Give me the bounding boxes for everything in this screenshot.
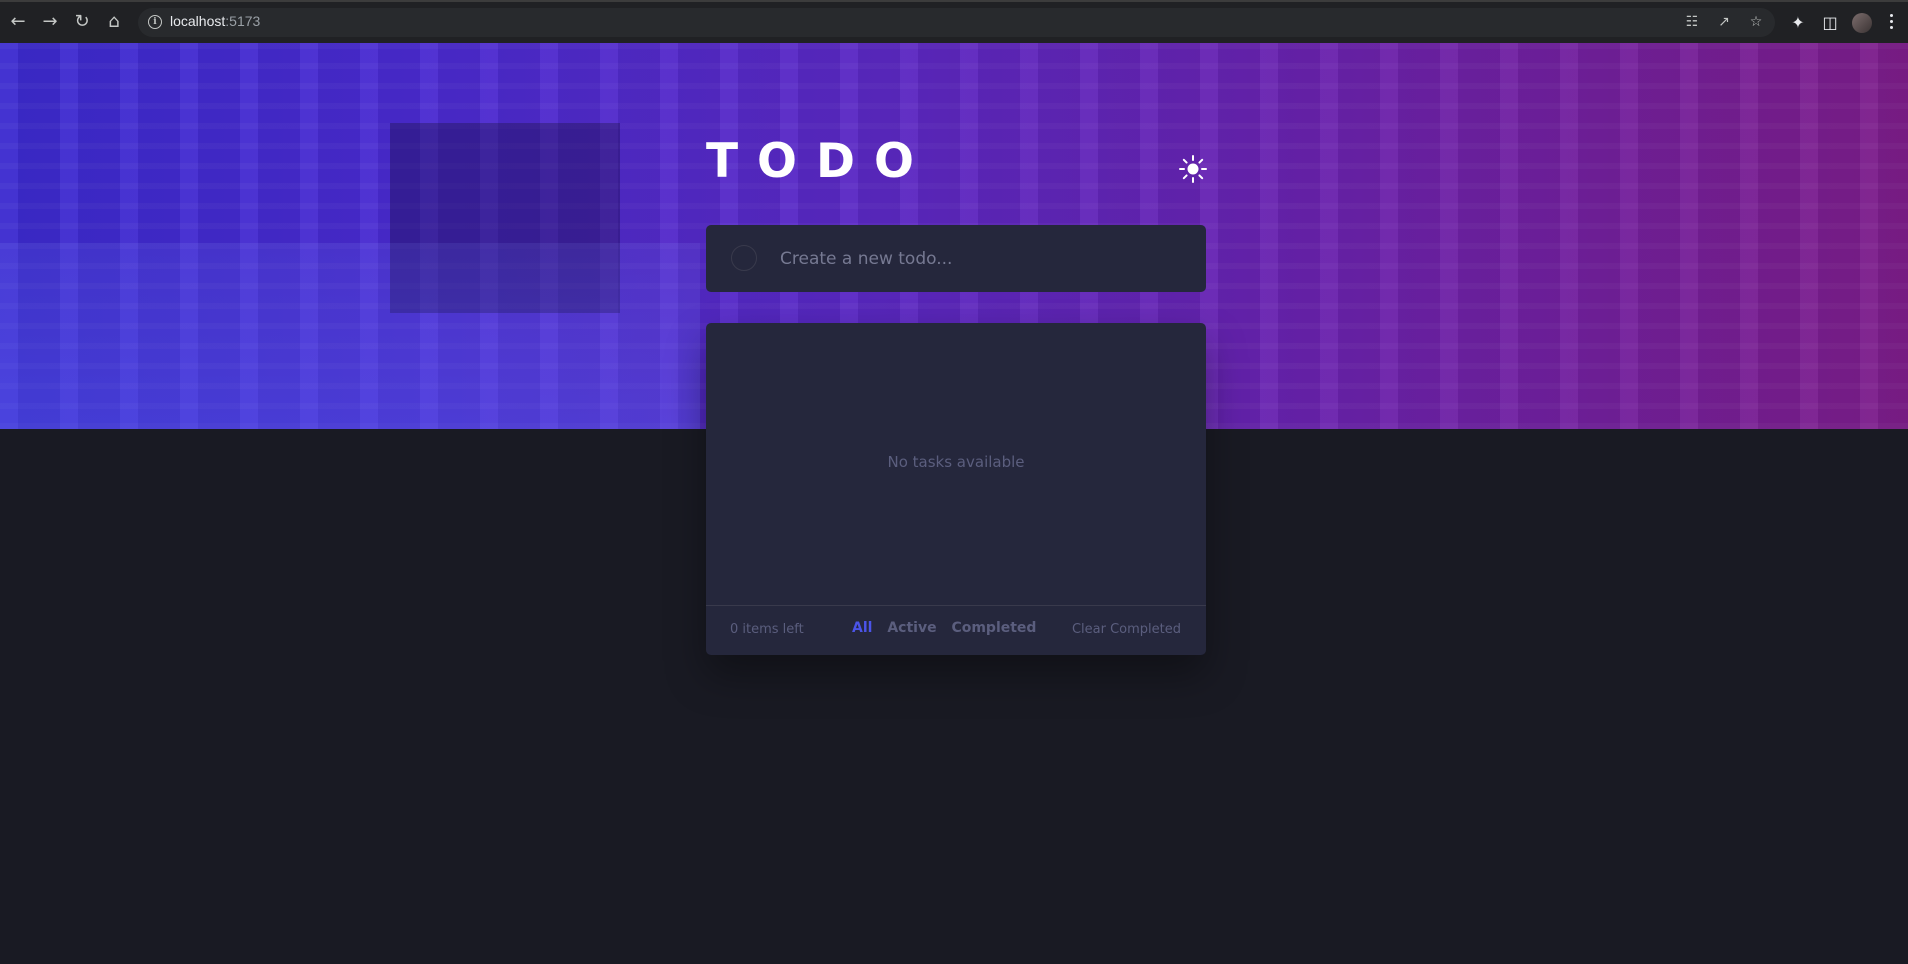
sun-icon[interactable] [1178,154,1208,184]
new-todo-input[interactable] [778,243,1182,275]
new-todo-card [706,225,1206,292]
filter-active[interactable]: Active [887,620,936,636]
menu-icon[interactable] [1890,14,1894,32]
share-icon[interactable]: ↗ [1715,13,1733,31]
todo-list-card: No tasks available 0 items left All Acti… [706,323,1206,655]
filter-completed[interactable]: Completed [951,620,1036,636]
new-todo-check-circle[interactable] [731,245,757,271]
translate-icon[interactable]: ☷ [1683,13,1701,31]
reload-icon[interactable]: ↻ [71,11,93,33]
home-icon[interactable]: ⌂ [103,11,125,33]
items-left-count: 0 items left [730,622,804,637]
back-icon[interactable]: ← [7,11,29,33]
profile-avatar[interactable] [1852,13,1872,33]
clear-completed-button[interactable]: Clear Completed [1072,622,1181,637]
app-title: TODO [706,134,933,189]
address-bar[interactable]: i localhost:5173 ☷ ↗ ☆ [138,8,1775,37]
list-footer: 0 items left All Active Completed Clear … [706,605,1206,655]
browser-toolbar: ← → ↻ ⌂ i localhost:5173 ☷ ↗ ☆ ✦ ◫ [0,0,1908,43]
star-icon[interactable]: ☆ [1747,13,1765,31]
forward-icon[interactable]: → [39,11,61,33]
url-text[interactable]: localhost:5173 [170,13,260,29]
empty-state-message: No tasks available [887,453,1025,471]
sidepanel-icon[interactable]: ◫ [1820,13,1840,33]
extensions-icon[interactable]: ✦ [1788,13,1808,33]
filter-tabs: All Active Completed [852,620,1046,636]
hero-floor [0,243,700,429]
filter-all[interactable]: All [852,620,872,636]
info-icon[interactable]: i [148,15,162,29]
